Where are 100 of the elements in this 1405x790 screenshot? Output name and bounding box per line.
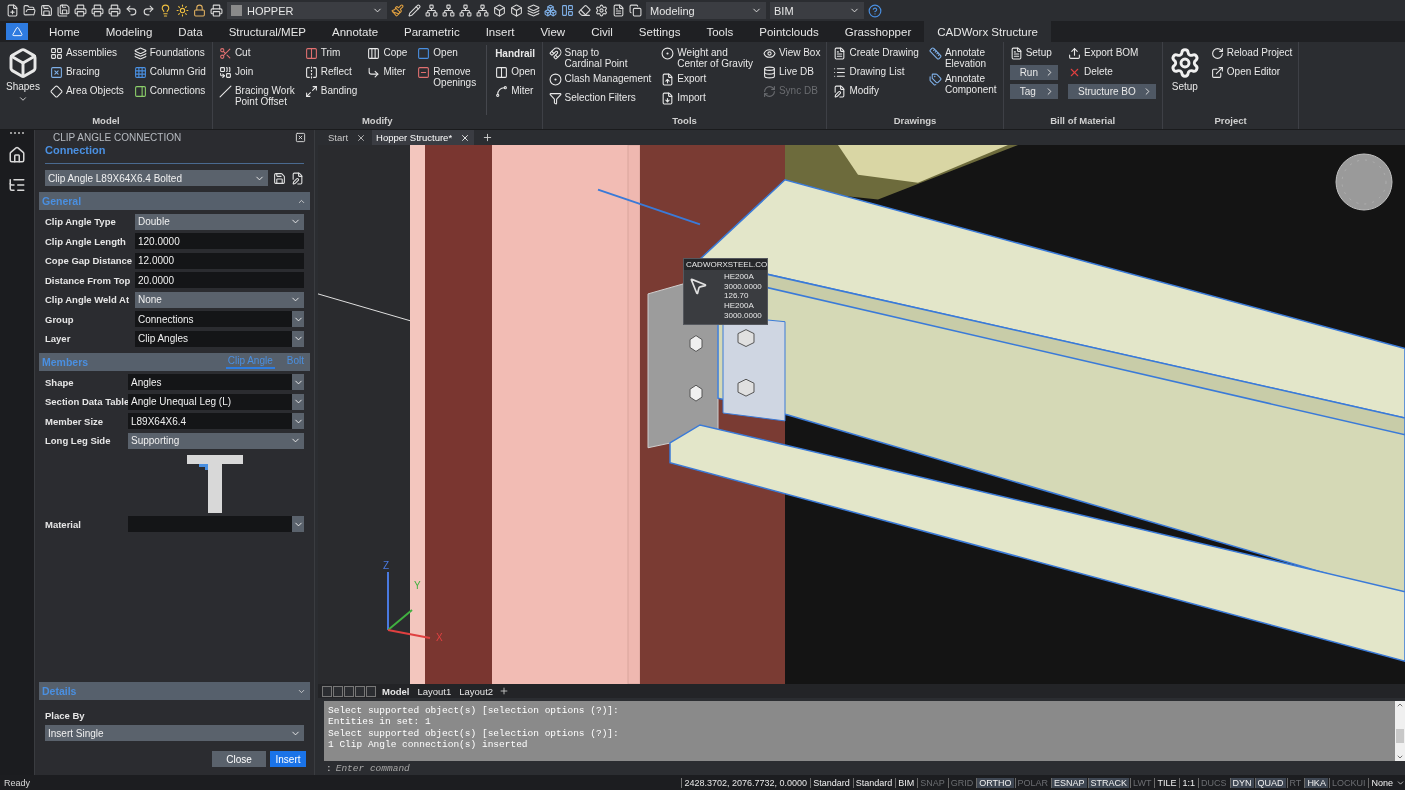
ribbon-tab[interactable]: Data (165, 21, 216, 42)
ribbon-button[interactable]: Live DB (762, 64, 821, 81)
ribbon-button[interactable]: Reload Project (1210, 45, 1293, 62)
ribbon-tab[interactable]: Modeling (92, 21, 166, 42)
input-field[interactable]: 20.0000 (135, 272, 304, 289)
ribbon-tab[interactable]: Home (36, 21, 93, 42)
ribbon-button[interactable]: Shapes (6, 45, 40, 104)
status-toggle[interactable]: ORTHO (976, 777, 1014, 788)
ribbon-button[interactable]: Open Editor (1210, 64, 1293, 81)
eraser-icon[interactable] (578, 4, 591, 17)
ribbon-button[interactable]: Bracing (49, 64, 124, 81)
home-icon[interactable] (8, 146, 26, 164)
scroll-down-icon[interactable] (1396, 753, 1404, 761)
ribbon-tab[interactable]: View (527, 21, 579, 42)
ribbon-button[interactable]: Create Drawing (833, 45, 919, 62)
ribbon-button[interactable]: View Box (762, 45, 821, 62)
status-setting[interactable]: Standard (810, 777, 852, 788)
lock-icon[interactable] (193, 4, 206, 17)
combo-box[interactable]: Connections (135, 311, 304, 328)
ribbon-button[interactable]: Miter (367, 64, 408, 81)
last-layout-icon[interactable] (355, 685, 365, 697)
sun-icon[interactable] (176, 4, 189, 17)
cube-icon[interactable] (510, 4, 523, 17)
printer-icon[interactable] (108, 4, 121, 17)
close-icon[interactable] (356, 132, 367, 143)
ribbon-tab[interactable]: Structural/MEP (215, 21, 319, 42)
status-setting[interactable]: 1:1 (1179, 777, 1197, 788)
combo-box[interactable]: Clip Angles (135, 330, 304, 347)
ribbon-button[interactable]: Snap to Cardinal Point (548, 45, 652, 69)
status-toggle[interactable]: QUAD (1254, 777, 1286, 788)
combo-box[interactable]: L89X64X6.4 (128, 413, 304, 430)
layout-tab[interactable]: Model (380, 685, 412, 697)
ribbon-button[interactable]: Bracing Work Point Offset (218, 83, 295, 107)
dropdown[interactable]: Insert Single (45, 725, 304, 741)
ribbon-button[interactable]: Open (495, 64, 536, 81)
dropdown[interactable]: Double (135, 213, 304, 230)
ribbon-button[interactable]: Join (218, 64, 295, 81)
layout-tab[interactable]: Layout1 (415, 685, 454, 697)
preset-dropdown[interactable]: Clip Angle L89X64X6.4 Bolted (45, 170, 268, 186)
ribbon-button[interactable]: Miter (495, 83, 536, 100)
settings-icon[interactable] (595, 4, 608, 17)
ribbon-tab[interactable]: Tools (693, 21, 747, 42)
lightbulb-icon[interactable] (159, 4, 172, 17)
ribbon-button[interactable]: Assemblies (49, 45, 124, 62)
ribbon-button[interactable]: Delete (1068, 64, 1156, 81)
network-icon[interactable] (459, 4, 472, 17)
ribbon-button[interactable]: Annotate Elevation (928, 45, 997, 69)
ribbon-button[interactable]: Cope (367, 45, 408, 62)
folder-icon[interactable] (23, 4, 36, 17)
pencil-icon[interactable] (408, 4, 421, 17)
ribbon-button[interactable]: Setup (1168, 45, 1201, 92)
network-icon[interactable] (476, 4, 489, 17)
printer-icon[interactable] (74, 4, 87, 17)
dialog-button[interactable]: Close (212, 751, 266, 767)
status-toggle[interactable]: DYN (1229, 777, 1254, 788)
dialog-button[interactable]: Insert (270, 751, 306, 767)
printer-icon[interactable] (210, 4, 223, 17)
save-icon[interactable] (40, 4, 53, 17)
ribbon-button[interactable]: Trim (304, 45, 358, 62)
ribbon-button[interactable]: Export BOM (1068, 45, 1156, 62)
first-layout-icon[interactable] (322, 685, 332, 697)
previous-layout-icon[interactable] (333, 685, 343, 697)
document-tab[interactable]: Hopper Structure* (372, 130, 475, 145)
status-setting[interactable]: None (1368, 777, 1395, 788)
save-icon[interactable] (273, 171, 286, 185)
ribbon-tab[interactable]: Annotate (319, 21, 392, 42)
redo-icon[interactable] (142, 4, 155, 17)
ribbon-button[interactable]: Modify (833, 83, 919, 100)
command-input[interactable]: Enter command (335, 762, 1405, 774)
ribbon-tab[interactable]: CADWorx Structure (924, 21, 1051, 42)
combo-box[interactable]: Angles (128, 374, 304, 391)
status-setting[interactable]: Standard (852, 777, 895, 788)
ribbon-tab[interactable]: Grasshopper (831, 21, 925, 42)
ribbon-tab[interactable]: Pointclouds (746, 21, 832, 42)
ribbon-button[interactable]: Setup (1009, 45, 1058, 62)
status-toggle[interactable]: STRACK (1087, 777, 1130, 788)
new-layout-icon[interactable] (499, 686, 510, 696)
ribbon-tab[interactable]: Settings (625, 21, 694, 42)
new-tab-icon[interactable] (482, 132, 494, 143)
ribbon-button[interactable]: Open (417, 45, 477, 62)
combo-box[interactable] (128, 516, 304, 533)
status-toggle[interactable]: ESNAP (1051, 777, 1087, 788)
layout-tab[interactable]: Layout2 (457, 685, 496, 697)
panel-icon[interactable] (561, 4, 574, 17)
ribbon-tab[interactable]: Insert (472, 21, 528, 42)
tree-icon[interactable] (8, 176, 26, 194)
ribbon-button[interactable]: Area Objects (49, 83, 124, 100)
menu-button[interactable]: Tag (1009, 84, 1058, 99)
close-icon[interactable] (295, 131, 306, 143)
list-layout-icon[interactable] (366, 685, 376, 697)
ribbon-button[interactable]: Weight and Center of Gravity (661, 45, 753, 69)
ribbon-button[interactable]: Import (661, 90, 753, 107)
document-tab[interactable]: Start (324, 130, 371, 145)
edit-file-icon[interactable] (291, 171, 304, 185)
ribbon-button[interactable]: Banding (304, 83, 358, 100)
undo-icon[interactable] (125, 4, 138, 17)
ribbon-button[interactable]: Reflect (304, 64, 358, 81)
ribbon-tab[interactable]: Civil (578, 21, 626, 42)
next-layout-icon[interactable] (344, 685, 354, 697)
network-icon[interactable] (442, 4, 455, 17)
